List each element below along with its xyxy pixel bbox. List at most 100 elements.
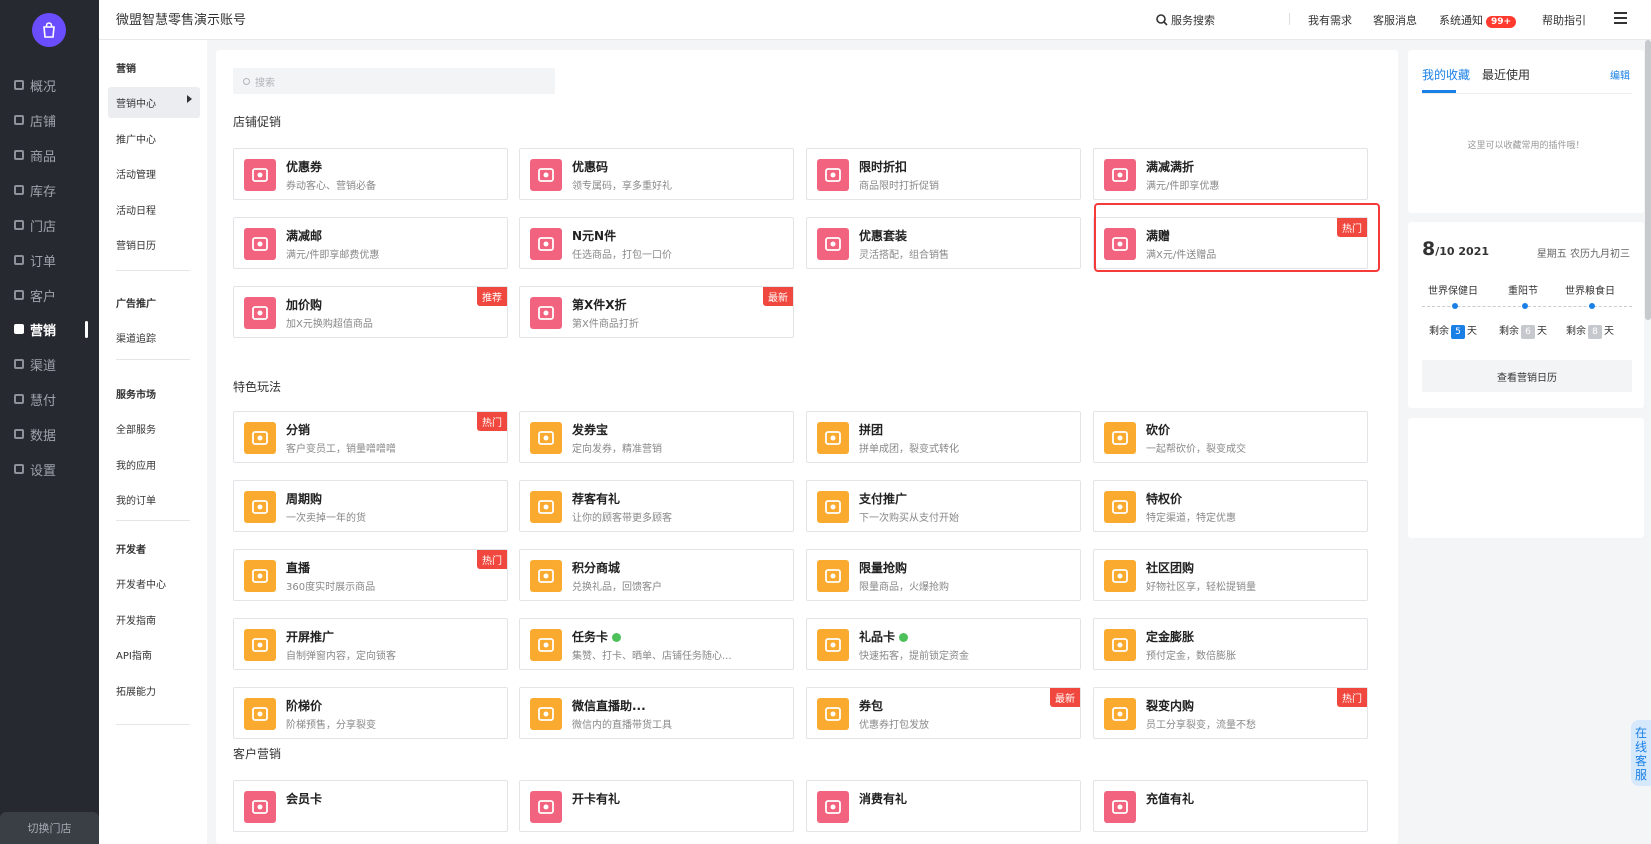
submenu-item[interactable]: 活动管理 xyxy=(116,166,156,181)
plugin-card[interactable]: 砍价 一起帮砍价，裂变成交 xyxy=(1093,411,1368,463)
plugin-card[interactable]: 限时折扣 商品限时打折促销 xyxy=(806,148,1081,200)
my-requests-link[interactable]: 我有需求 xyxy=(1308,12,1352,28)
submenu-item[interactable]: 活动日程 xyxy=(116,202,156,217)
plugin-card[interactable]: 开卡有礼 xyxy=(519,780,794,832)
search-input[interactable]: 搜索 xyxy=(233,68,555,94)
shopping-bag-logo-icon[interactable] xyxy=(32,13,66,47)
rail-item-3[interactable]: 库存 xyxy=(0,175,99,205)
card-title: 充值有礼 xyxy=(1146,792,1195,806)
submenu-item[interactable]: 营销日历 xyxy=(116,237,156,252)
card-title: 支付推广 xyxy=(859,492,908,506)
wechat-live-icon xyxy=(530,698,562,730)
timeline-dot xyxy=(1522,303,1528,309)
card-tag-badge: 热门 xyxy=(1337,218,1367,237)
online-service-button[interactable]: 在线客服 xyxy=(1631,720,1651,786)
card-description: 领专属码，享多重好礼 xyxy=(572,181,672,192)
plugin-card[interactable]: 满减满折 满元/件即享优惠 xyxy=(1093,148,1368,200)
rail-item-8[interactable]: 渠道 xyxy=(0,349,99,379)
menu-icon[interactable] xyxy=(1614,12,1627,24)
submenu-item[interactable]: 推广中心 xyxy=(116,131,156,146)
plugin-card[interactable]: 开屏推广 自制弹窗内容，定向锁客 xyxy=(233,618,508,670)
rail-item-11[interactable]: 设置 xyxy=(0,454,99,484)
plugin-card[interactable]: N元N件 任选商品，打包一口价 xyxy=(519,217,794,269)
card-title: 分销 xyxy=(286,423,311,437)
plugin-card[interactable]: 优惠套装 灵活搭配，组合销售 xyxy=(806,217,1081,269)
card-title: 发券宝 xyxy=(572,423,609,437)
rail-item-4[interactable]: 门店 xyxy=(0,210,99,240)
card-title: 任务卡 xyxy=(572,628,622,645)
card-title: 限量抢购 xyxy=(859,561,908,575)
submenu-item[interactable]: 开发者中心 xyxy=(116,576,166,591)
recharge-gift-icon xyxy=(1104,791,1136,823)
card-title: 直播 xyxy=(286,561,311,575)
plugin-card[interactable]: 会员卡 xyxy=(233,780,508,832)
plugin-card[interactable]: 拼团 拼单成团，裂变式转化 xyxy=(806,411,1081,463)
submenu-item[interactable]: 渠道追踪 xyxy=(116,330,156,345)
switch-store-button[interactable]: 切换门店 xyxy=(0,812,99,844)
plugin-card[interactable]: 礼品卡 快速拓客，提前锁定资金 xyxy=(806,618,1081,670)
nav-icon xyxy=(14,150,24,160)
gift-card-icon xyxy=(817,629,849,661)
plugin-card[interactable]: 消费有礼 xyxy=(806,780,1081,832)
tab-recently-used[interactable]: 最近使用 xyxy=(1482,66,1530,83)
submenu-item[interactable]: 开发指南 xyxy=(116,612,156,627)
marketing-calendar-card: 8/10 2021 星期五 农历九月初三 世界保健日 剩余 5 天 重阳节 剩余 6 天 世界粮… xyxy=(1408,222,1644,408)
plugin-card[interactable]: 支付推广下一次购买从支付开始 xyxy=(806,480,1081,532)
rail-item-9[interactable]: 慧付 xyxy=(0,384,99,414)
plugin-card[interactable]: 社区团购 好物社区享，轻松提销量 xyxy=(1093,549,1368,601)
rail-item-1[interactable]: 店铺 xyxy=(0,105,99,135)
plugin-card[interactable]: 荐客有礼 让你的顾客带更多顾客 xyxy=(519,480,794,532)
card-title: N元N件 xyxy=(572,229,617,243)
submenu-item[interactable]: 我的订单 xyxy=(116,492,156,507)
system-notice-link[interactable]: 系统通知 99+ xyxy=(1439,12,1517,28)
plugin-card[interactable]: 积分商城 兑换礼品，回馈客户 xyxy=(519,549,794,601)
card-title: 阶梯价 xyxy=(286,699,323,713)
submenu-item[interactable]: 营销中心 xyxy=(116,95,156,110)
help-guide-link[interactable]: 帮助指引 xyxy=(1542,12,1586,28)
plugin-card[interactable]: 券包 优惠券打包发放 最新 xyxy=(806,687,1081,739)
card-title: 满减满折 xyxy=(1146,160,1195,174)
plugin-card[interactable]: 裂变内购 员工分享裂变，流量不愁 热门 xyxy=(1093,687,1368,739)
alarm-clock-icon xyxy=(817,159,849,191)
plugin-card[interactable]: 充值有礼 xyxy=(1093,780,1368,832)
plugin-card[interactable]: 直播 360度实时展示商品 热门 xyxy=(233,549,508,601)
rail-item-5[interactable]: 订单 xyxy=(0,245,99,275)
submenu-item[interactable]: API指南 xyxy=(116,647,152,662)
plugin-card[interactable]: 限量抢购 限量商品，火爆抢购 xyxy=(806,549,1081,601)
card-title: 砍价 xyxy=(1146,423,1171,437)
rail-item-0[interactable]: 概况 xyxy=(0,70,99,100)
rail-item-7[interactable]: 营销 xyxy=(0,314,99,344)
plugin-card[interactable]: 分销 客户变员工，销量噌噌噌 热门 xyxy=(233,411,508,463)
card-description: 下一次购买从支付开始 xyxy=(859,513,959,524)
submenu-item[interactable]: 全部服务 xyxy=(116,421,156,436)
plugin-card[interactable]: 定金膨胀 预付定金，数倍膨胀 xyxy=(1093,618,1368,670)
plugin-card[interactable]: 第X件X折 第X件商品打折 最新 xyxy=(519,286,794,338)
service-search-link[interactable]: 服务搜索 xyxy=(1156,12,1215,28)
festival-name: 重阳节 xyxy=(1508,286,1538,297)
plugin-card[interactable]: 满减邮 满元/件即享邮费优惠 xyxy=(233,217,508,269)
rail-item-2[interactable]: 商品 xyxy=(0,140,99,170)
submenu-item[interactable]: 拓展能力 xyxy=(116,683,156,698)
plugin-card[interactable]: 特权价 特定渠道，特定优惠 xyxy=(1093,480,1368,532)
rail-item-10[interactable]: 数据 xyxy=(0,419,99,449)
plugin-card[interactable]: 微信直播助... 微信内的直播带货工具 xyxy=(519,687,794,739)
plugin-card[interactable]: 优惠码 领专属码，享多重好礼 xyxy=(519,148,794,200)
card-description: 好物社区享，轻松提销量 xyxy=(1146,582,1256,593)
card-description: 灵活搭配，组合销售 xyxy=(859,250,949,261)
plugin-card[interactable]: 任务卡 集赞、打卡、晒单、店铺任务随心... xyxy=(519,618,794,670)
view-marketing-calendar-button[interactable]: 查看营销日历 xyxy=(1422,360,1632,392)
plugin-card[interactable]: 阶梯价 阶梯预售，分享裂变 xyxy=(233,687,508,739)
tab-my-favorites[interactable]: 我的收藏 xyxy=(1422,66,1470,83)
privilege-price-icon xyxy=(1104,491,1136,523)
edit-link[interactable]: 编辑 xyxy=(1610,67,1630,82)
plugin-card[interactable]: 周期购 一次卖掉一年的货 xyxy=(233,480,508,532)
plugin-card[interactable]: 优惠券 券动客心、营销必备 xyxy=(233,148,508,200)
customer-messages-link[interactable]: 客服消息 xyxy=(1373,12,1417,28)
submenu-item[interactable]: 我的应用 xyxy=(116,457,156,472)
rail-item-6[interactable]: 客户 xyxy=(0,280,99,310)
page-scrollbar[interactable] xyxy=(1645,40,1651,320)
plugin-card[interactable]: 加价购 加X元换购超值商品 推荐 xyxy=(233,286,508,338)
card-description: 拼单成团，裂变式转化 xyxy=(859,444,959,455)
plugin-card[interactable]: 满赠 满X元/件送赠品 热门 xyxy=(1093,217,1368,269)
plugin-card[interactable]: 发券宝 定向发券，精准营销 xyxy=(519,411,794,463)
